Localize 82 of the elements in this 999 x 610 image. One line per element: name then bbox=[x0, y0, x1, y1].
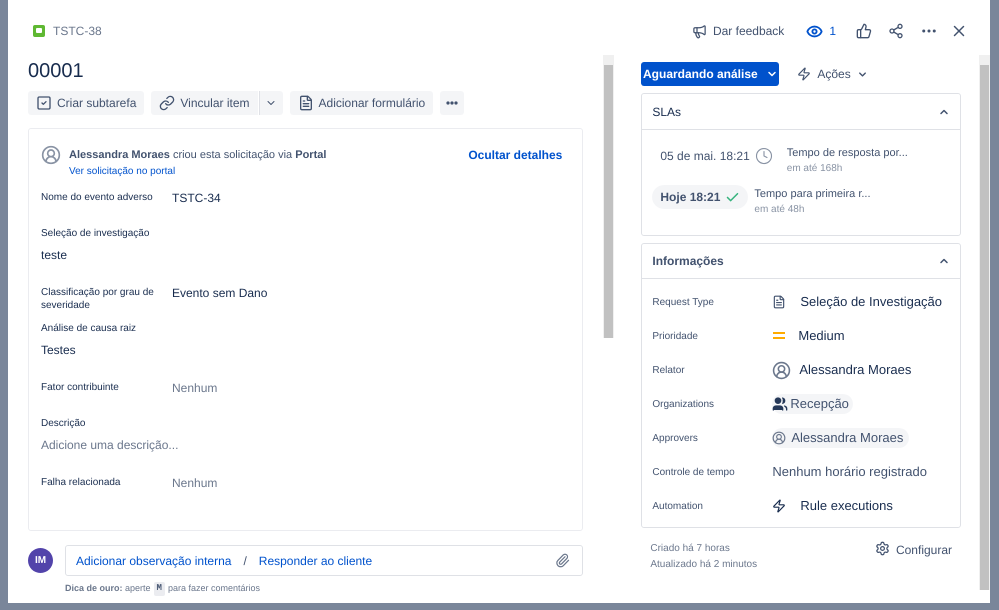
link-icon bbox=[159, 95, 176, 111]
field-value: Rule executions bbox=[800, 497, 893, 516]
separator-text: / bbox=[243, 552, 247, 570]
subtask-icon bbox=[36, 95, 52, 111]
sla-time: Hoje 18:21 bbox=[660, 189, 720, 206]
hide-details-link[interactable]: Ocultar detalhes bbox=[468, 145, 562, 165]
feedback-button[interactable]: Dar feedback bbox=[692, 22, 784, 40]
tip-text: Dica de ouro: aperte bbox=[65, 582, 151, 595]
field-label: Nome do evento adverso bbox=[41, 191, 154, 204]
document-icon bbox=[298, 95, 314, 111]
sla-goal: em até 168h bbox=[786, 162, 844, 176]
more-button[interactable] bbox=[440, 91, 464, 115]
status-button[interactable]: Aguardando análise bbox=[641, 62, 780, 86]
lightning-icon bbox=[772, 499, 786, 513]
share-icon[interactable] bbox=[888, 23, 904, 39]
updated-text: Atualizado há 2 minutos bbox=[650, 558, 758, 572]
field-label: Request Type bbox=[652, 296, 715, 310]
field-value[interactable]: Evento sem Dano bbox=[172, 284, 268, 302]
configure-button[interactable]: Configurar bbox=[874, 541, 952, 573]
clock-icon bbox=[754, 147, 773, 165]
field-label: Análise de causa raiz bbox=[41, 322, 138, 335]
scrollbar[interactable] bbox=[979, 55, 990, 590]
tip-text: para fazer comentários bbox=[168, 582, 260, 595]
medium-priority-icon bbox=[772, 331, 786, 341]
field-value: Medium bbox=[798, 327, 845, 346]
sla-time: 05 de mai. 18:21 bbox=[660, 148, 750, 165]
avatar-icon bbox=[772, 431, 786, 445]
field-label: Prioridade bbox=[652, 330, 699, 344]
issue-key-link[interactable]: TSTC-38 bbox=[53, 22, 102, 40]
panel-title: SLAs bbox=[652, 104, 682, 120]
field-label: Classificação por grau de severidade bbox=[41, 286, 155, 312]
actions-button[interactable]: Ações bbox=[797, 65, 868, 83]
megaphone-icon bbox=[692, 24, 707, 38]
scrollbar[interactable] bbox=[603, 55, 614, 338]
organization-chip[interactable]: Recepção bbox=[772, 394, 853, 414]
more-icon bbox=[446, 101, 458, 105]
portal-link[interactable]: Ver solicitação no portal bbox=[69, 165, 468, 179]
field-value: Nenhum horário registrado bbox=[772, 463, 927, 482]
group-icon bbox=[772, 396, 788, 412]
shortcut-key: M bbox=[154, 582, 165, 596]
field-label: Controle de tempo bbox=[652, 466, 736, 480]
sla-name: Tempo para primeira r... bbox=[754, 187, 871, 202]
thumbs-up-icon[interactable] bbox=[856, 23, 872, 39]
eye-icon bbox=[806, 22, 824, 40]
issue-title[interactable]: 00001 bbox=[28, 58, 584, 84]
avatar-icon bbox=[41, 145, 61, 165]
field-label: Approvers bbox=[652, 432, 699, 446]
request-type-icon bbox=[33, 25, 45, 37]
field-label: Descrição bbox=[41, 417, 86, 430]
avatar-icon bbox=[772, 360, 792, 380]
toolbar-button[interactable]: Criar subtarefa bbox=[28, 91, 144, 115]
field-value[interactable]: Testes bbox=[41, 341, 562, 359]
approver-chip[interactable]: Alessandra Moraes bbox=[772, 428, 910, 448]
internal-note-link[interactable]: Adicionar observação interna bbox=[76, 552, 232, 570]
panel-title: Informações bbox=[652, 253, 724, 270]
field-label: Fator contribuinte bbox=[41, 381, 120, 394]
lightning-icon bbox=[797, 67, 812, 81]
field-label: Organizations bbox=[652, 398, 716, 412]
field-value: Seleção de Investigação bbox=[800, 293, 942, 312]
field-label: Relator bbox=[652, 364, 686, 378]
field-value[interactable]: Nenhum bbox=[172, 474, 218, 492]
field-value[interactable]: teste bbox=[41, 246, 562, 264]
sla-goal: em até 48h bbox=[754, 203, 806, 217]
toolbar-button[interactable]: Adicionar formulário bbox=[290, 91, 434, 115]
settings-icon bbox=[874, 541, 890, 556]
field-value[interactable]: Adicione uma descrição... bbox=[41, 436, 562, 454]
paperclip-icon[interactable] bbox=[555, 553, 570, 568]
created-text: Criado há 7 horas bbox=[650, 542, 731, 556]
user-avatar: IM bbox=[28, 548, 53, 573]
request-origin-text: Alessandra Moraes criou esta solicitação via Portal bbox=[69, 148, 328, 163]
comment-field[interactable]: Adicionar observação interna / Responder ao cliente bbox=[65, 545, 584, 576]
watchers-button[interactable]: 1 bbox=[806, 22, 836, 40]
reply-customer-link[interactable]: Responder ao cliente bbox=[258, 552, 556, 570]
field-value[interactable]: Nenhum bbox=[172, 379, 218, 397]
field-label: Automation bbox=[652, 500, 704, 514]
field-label: Falha relacionada bbox=[41, 476, 122, 489]
field-value[interactable]: TSTC-34 bbox=[172, 189, 221, 207]
toolbar-button[interactable]: Vincular item bbox=[151, 91, 258, 115]
document-icon bbox=[772, 295, 786, 309]
sla-name: Tempo de resposta por... bbox=[786, 146, 908, 161]
field-value: Alessandra Moraes bbox=[799, 361, 912, 380]
field-label: Seleção de investigação bbox=[41, 227, 150, 240]
